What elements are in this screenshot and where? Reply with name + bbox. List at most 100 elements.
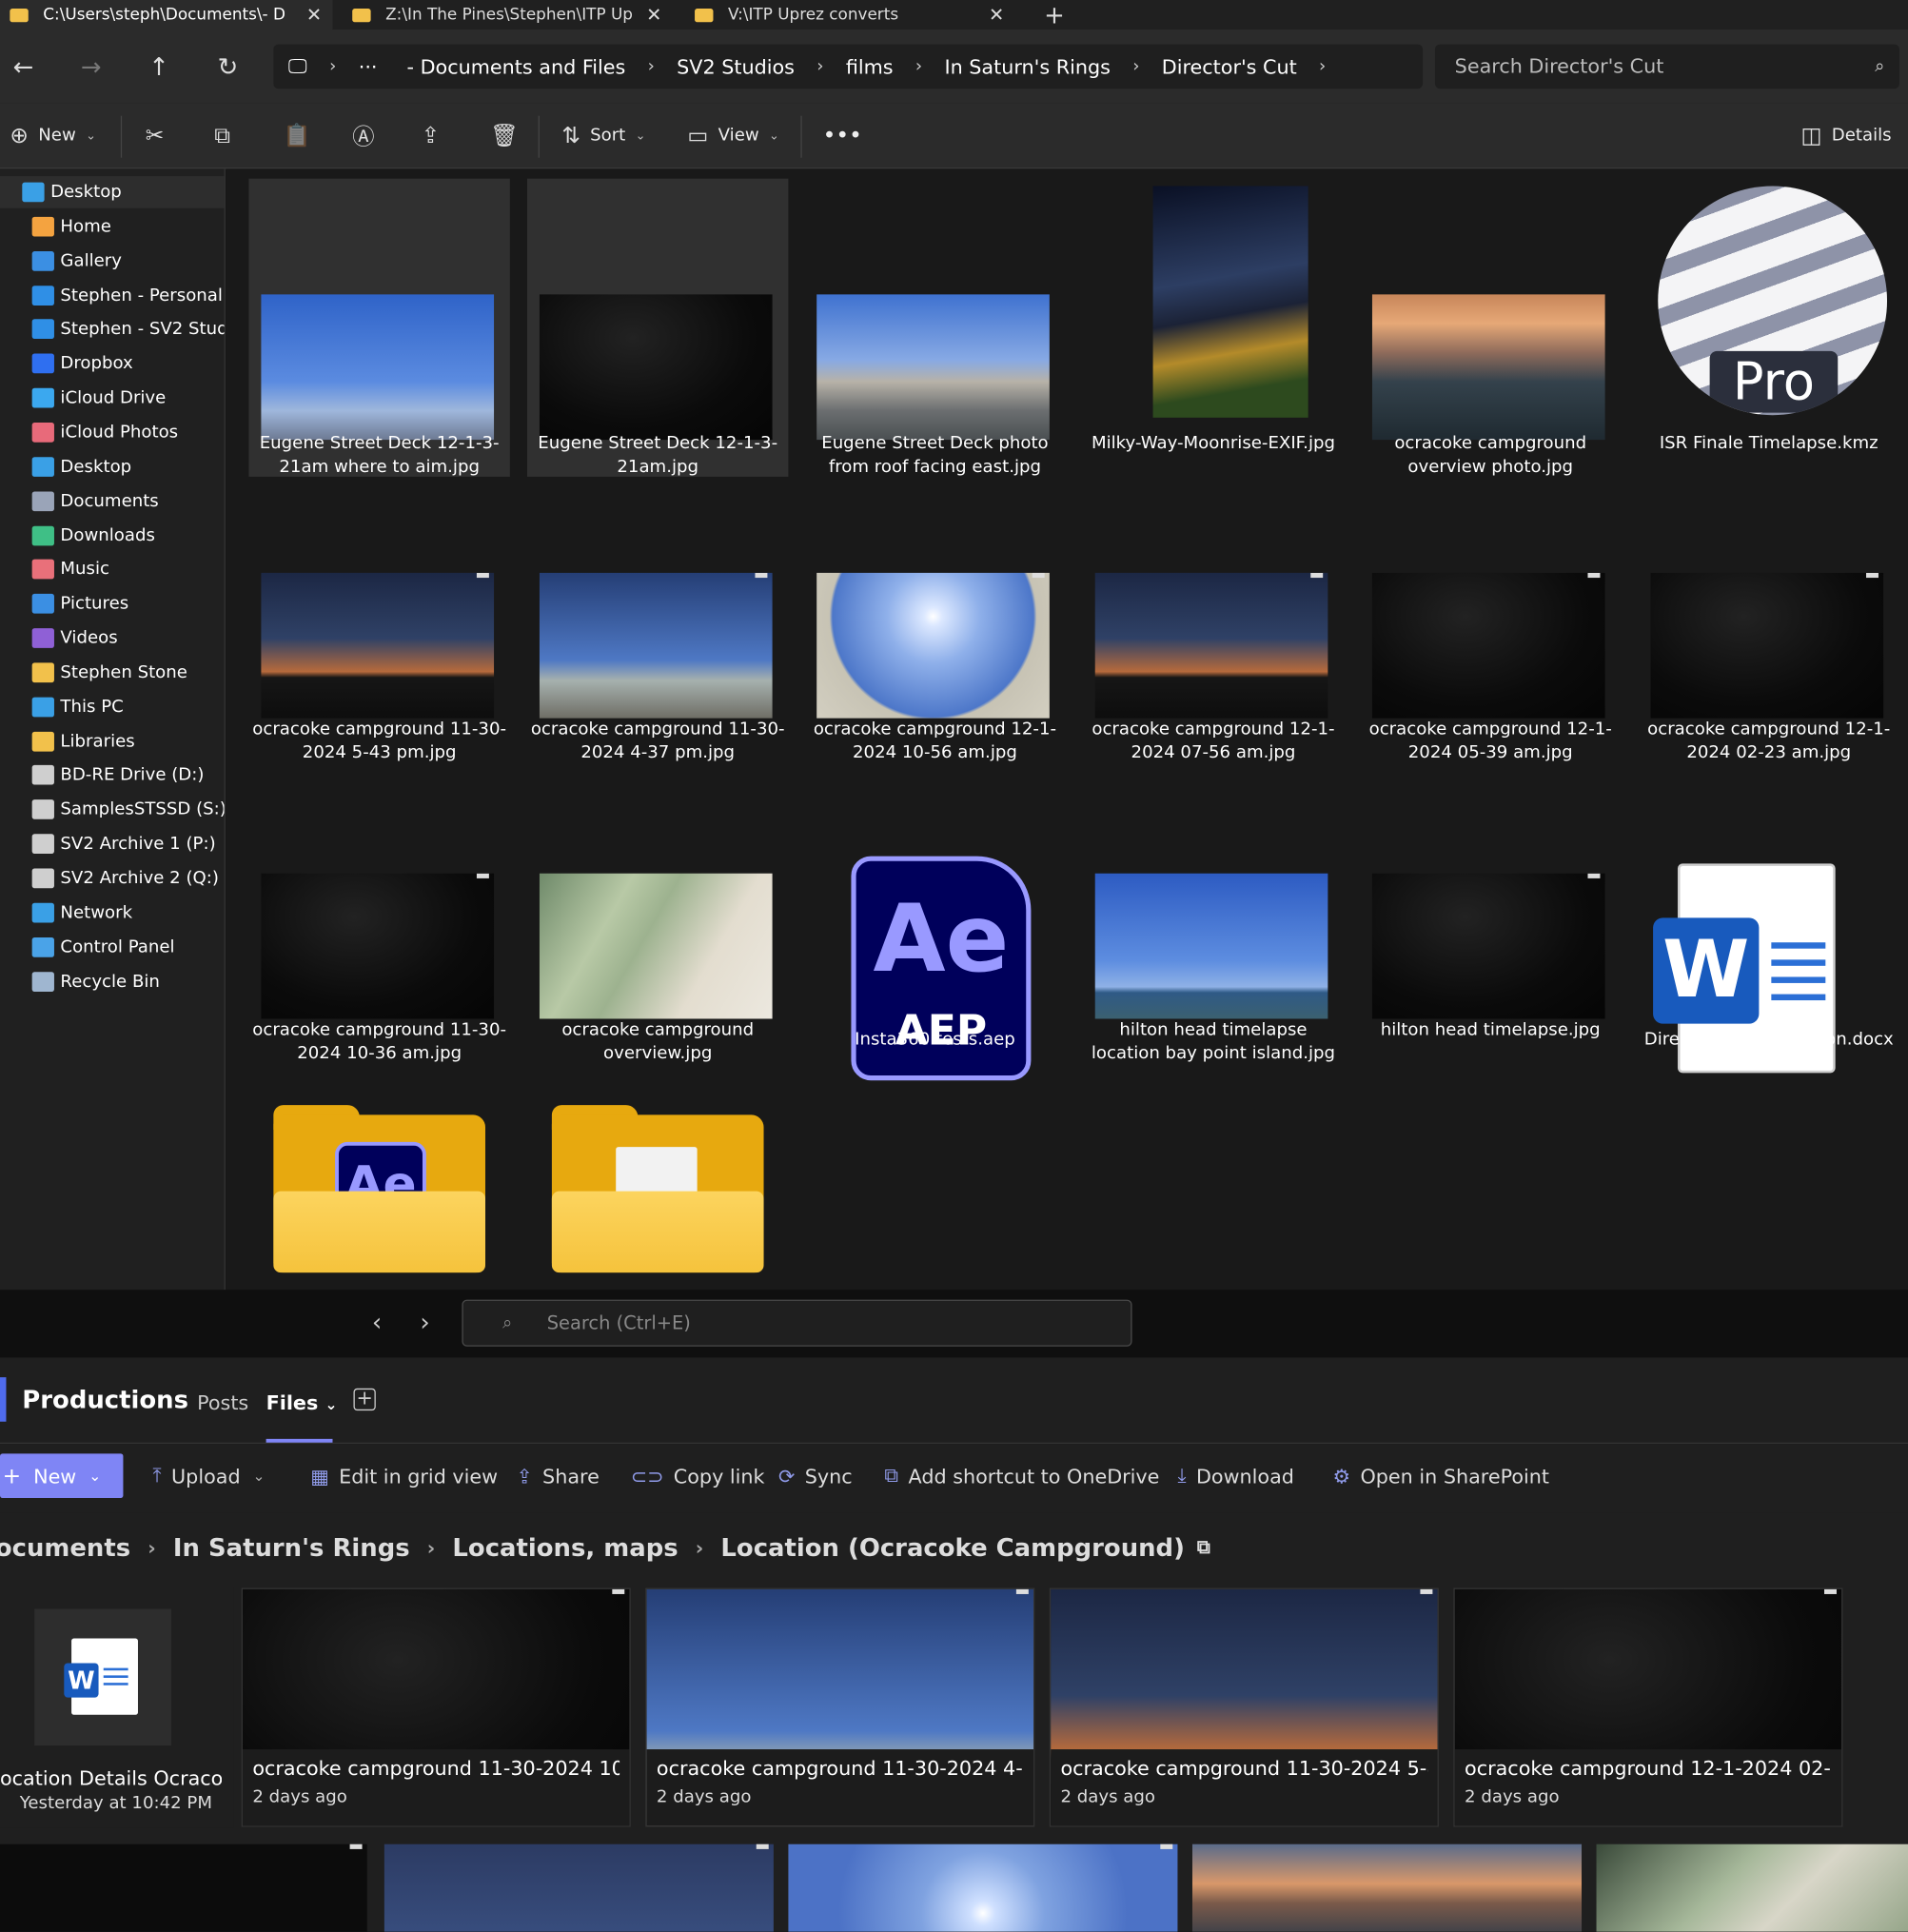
sidebar-item-icloud-photos[interactable]: iCloud Photos [0,416,225,448]
sidebar-item-sv2-archive-1-p[interactable]: SV2 Archive 1 (P:) [0,828,225,860]
new-tab-button[interactable]: + [1034,0,1073,30]
rename-icon[interactable]: Ⓐ [352,118,384,152]
tab-files[interactable]: Files ⌄ [266,1390,338,1414]
sidebar-item-stephen-sv2-studios[interactable]: Stephen - SV2 Studios [0,313,225,345]
sidebar-item-dropbox[interactable]: Dropbox [0,347,225,380]
file-tile[interactable] [527,1105,788,1290]
sort-button[interactable]: ⇅ Sort ⌄ [561,118,645,152]
file-tile[interactable]: Ae [248,1105,509,1290]
file-tile[interactable]: ocracoke campground 11-30-2024 4-37 pm.j… [527,563,788,847]
sidebar-item-gallery[interactable]: Gallery [0,245,225,277]
channel-name[interactable]: Productions [22,1385,188,1414]
sidebar-item-music[interactable]: Music [0,554,225,586]
sidebar-item-pictures[interactable]: Pictures [0,588,225,621]
sidebar-item-bd-re-drive-d[interactable]: BD-RE Drive (D:) [0,759,225,792]
file-tile[interactable]: Eugene Street Deck photo from roof facin… [804,179,1065,477]
file-card[interactable]: ocracoke campground 11-30-2024 5-4... 2 d… [1049,1587,1439,1827]
card-partial[interactable] [788,1843,1178,1932]
add-shortcut-button[interactable]: ⧉ Add shortcut to OneDrive [884,1453,1159,1498]
sidebar-item-stephen-stone[interactable]: Stephen Stone [0,657,225,689]
file-tile[interactable]: Eugene Street Deck 12-1-3-21am.jpg [527,178,789,477]
sidebar-item-this-pc[interactable]: This PC [0,691,225,723]
details-button[interactable]: ◫ Details [1800,118,1891,152]
close-icon[interactable]: ✕ [978,4,1015,26]
sidebar-item-recycle-bin[interactable]: Recycle Bin [0,965,225,997]
upload-button[interactable]: ⤒ Upload ⌄ [153,1453,266,1498]
breadcrumb-item[interactable]: ocuments [0,1532,130,1562]
delete-icon[interactable]: 🗑 [490,118,528,152]
file-card[interactable]: ocracoke campground 11-30-2024 10-... 2 d… [241,1587,631,1827]
file-tile[interactable]: ocracoke campground 12-1-2024 05-39 am.j… [1360,563,1621,847]
file-card[interactable]: ocracoke campground 12-1-2024 02-2... 2 d… [1453,1587,1843,1827]
tab-itp-uprez[interactable]: V:\ITP Uprez converts ✕ [685,0,1015,30]
sidebar-item-icloud-drive[interactable]: iCloud Drive [0,382,225,414]
edit-grid-button[interactable]: ▦ Edit in grid view [310,1453,498,1498]
back-icon[interactable]: ‹ [372,1307,382,1336]
card-partial[interactable] [1191,1843,1583,1932]
breadcrumb-item[interactable]: In Saturn's Rings [930,55,1126,79]
tab-posts[interactable]: Posts [197,1390,248,1414]
file-tile[interactable]: ocracoke campground 12-1-2024 10-56 am.j… [804,563,1065,847]
more-options-icon[interactable]: ••• [823,118,862,152]
paste-icon[interactable]: 📋 [284,118,321,152]
share-button[interactable]: ⇪ Share [516,1453,599,1498]
sidebar-item-desktop[interactable]: Desktop [0,176,225,208]
card-partial[interactable] [384,1843,774,1932]
file-tile[interactable]: Milky-Way-Moonrise-EXIF.jpg [1083,179,1344,477]
sidebar-item-sv2-archive-2-q[interactable]: SV2 Archive 2 (Q:) [0,862,225,895]
file-card[interactable]: ocracoke campground 11-30-2024 4-3... 2 d… [645,1587,1035,1827]
file-tile[interactable]: hilton head timelapse.jpg [1360,863,1621,1147]
tab-itp-up[interactable]: Z:\In The Pines\Stephen\ITP Up ✕ [343,0,673,30]
file-tile[interactable]: Ae AEP Insta360 tests.aep [804,856,1065,1147]
breadcrumb-item[interactable]: - Documents and Files [392,55,640,79]
file-tile[interactable]: W Director's Cut narration.docx [1639,863,1899,1147]
file-tile[interactable]: ocracoke campground overview photo.jpg [1360,179,1621,477]
search-input[interactable]: Search Director's Cut ⌕ [1434,44,1899,89]
file-tile[interactable]: Pro ISR Finale Timelapse.kmz [1639,179,1899,477]
sidebar-item-samplesstssd-s[interactable]: SamplesSTSSD (S:) [0,794,225,826]
sidebar-item-downloads[interactable]: Downloads [0,520,225,552]
this-pc-icon[interactable]: 🖵 [273,54,322,79]
sidebar-item-videos[interactable]: Videos [0,622,225,655]
breadcrumb-item[interactable]: films [831,55,908,79]
ellipsis-icon[interactable]: ··· [344,55,392,79]
tab-documents[interactable]: C:\Users\steph\Documents\- D ✕ [0,0,333,30]
card-partial[interactable] [1596,1843,1908,1932]
new-button[interactable]: ⊕ New ⌄ [10,118,96,152]
copy-link-icon[interactable]: ⧉ [1197,1536,1210,1558]
add-tab-icon[interactable]: + [353,1388,376,1411]
file-tile[interactable]: ocracoke campground 11-30-2024 5-43 pm.j… [248,563,509,847]
file-tile[interactable]: ocracoke campground 12-1-2024 07-56 am.j… [1083,563,1344,847]
close-icon[interactable]: ✕ [296,4,333,26]
file-tile[interactable]: Eugene Street Deck 12-1-3-21am where to … [248,178,510,477]
card-partial[interactable] [0,1843,367,1932]
view-button[interactable]: ▭ View ⌄ [687,118,779,152]
address-bar[interactable]: 🖵 › ··· - Documents and Files › SV2 Stud… [273,44,1424,89]
doc-card[interactable]: W ocation Details Ocraco... Yesterday at… [0,1587,234,1828]
breadcrumb-item[interactable]: Locations, maps [452,1532,678,1562]
forward-icon[interactable]: › [420,1307,429,1336]
sidebar-item-stephen-personal[interactable]: Stephen - Personal [0,279,225,311]
copy-icon[interactable]: ⧉ [214,118,240,152]
up-icon[interactable]: ↑ [142,49,176,84]
copy-link-button[interactable]: ⊂⊃ Copy link [631,1453,765,1498]
forward-icon[interactable]: → [74,49,108,84]
refresh-icon[interactable]: ↻ [210,49,245,84]
sidebar-item-libraries[interactable]: Libraries [0,725,225,758]
sidebar-item-desktop[interactable]: Desktop [0,450,225,483]
breadcrumb-item[interactable]: Director's Cut [1147,55,1311,79]
sidebar-item-network[interactable]: Network [0,897,225,929]
close-icon[interactable]: ✕ [636,4,673,26]
sidebar-item-documents[interactable]: Documents [0,485,225,518]
back-icon[interactable]: ← [6,49,40,84]
teams-search-input[interactable]: ⌕ Search (Ctrl+E) [462,1299,1132,1347]
sync-button[interactable]: ⟳ Sync [778,1453,853,1498]
share-icon[interactable]: ⇪ [422,118,450,152]
download-button[interactable]: ⤓ Download [1177,1453,1293,1498]
file-tile[interactable]: ocracoke campground 12-1-2024 02-23 am.j… [1639,563,1899,847]
file-tile[interactable]: hilton head timelapse location bay point… [1083,863,1344,1147]
cut-icon[interactable]: ✂ [146,118,174,152]
sidebar-item-control-panel[interactable]: Control Panel [0,931,225,963]
new-button[interactable]: + New ⌄ [0,1453,124,1498]
breadcrumb-item[interactable]: In Saturn's Rings [173,1532,410,1562]
